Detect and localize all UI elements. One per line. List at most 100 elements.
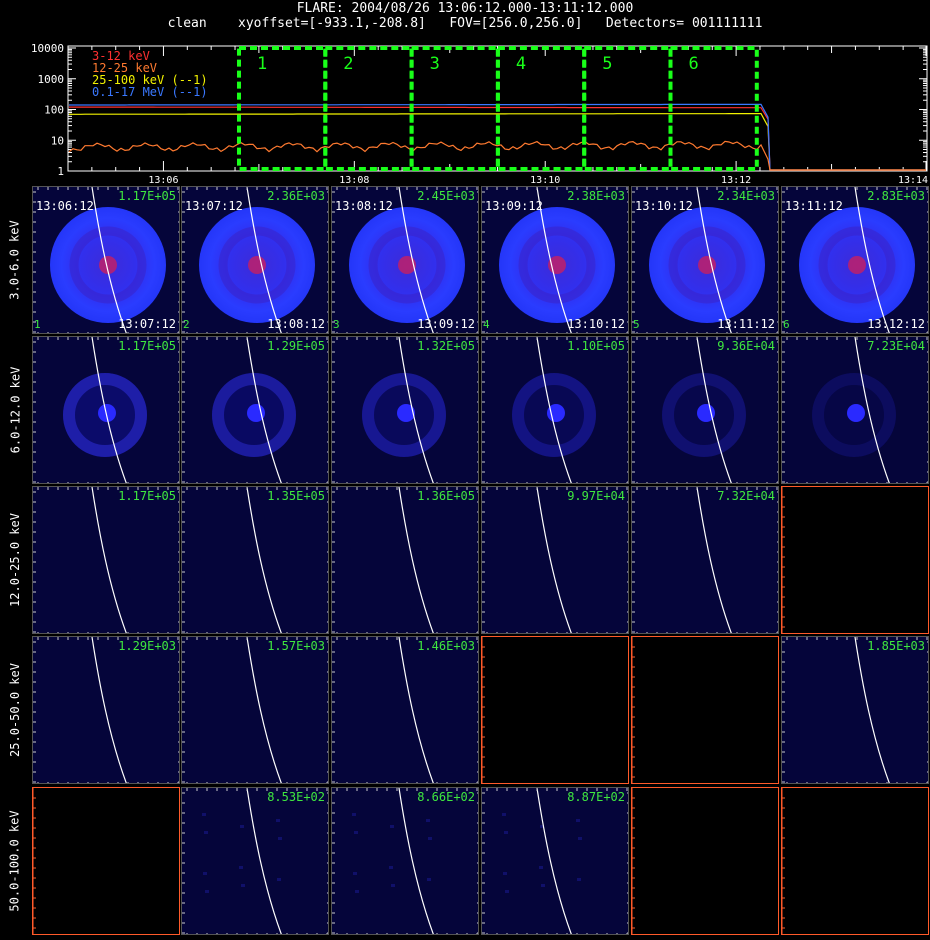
image-tile[interactable]	[781, 486, 929, 634]
noise-speck	[202, 813, 206, 816]
limb-line	[246, 487, 282, 633]
image-tile[interactable]: 1.32E+05	[331, 336, 479, 484]
limb-line	[398, 788, 434, 934]
image-tile[interactable]: 8.66E+02	[331, 787, 479, 935]
image-tile[interactable]: 9.36E+04	[631, 336, 779, 484]
lightcurve-plot: 10000 1000 100 10 1 13:06 13:08 13:10 13:12 13:14…	[31, 42, 928, 186]
image-tile[interactable]: 1.17E+05 13:06:12 13:07:12 1	[32, 186, 180, 334]
image-tile[interactable]: 7.32E+04	[631, 486, 779, 634]
image-tile[interactable]: 2.36E+03 13:07:12 13:08:12 2	[181, 186, 329, 334]
noise-speck	[276, 819, 280, 822]
x-tick-label: 13:14	[898, 175, 928, 186]
limb-line	[398, 637, 434, 783]
y-tick-label: 1000	[38, 73, 65, 86]
tile-image	[33, 637, 179, 783]
row-label-text: 12.0-25.0 keV	[8, 513, 23, 607]
y-tick-label: 10	[51, 134, 64, 147]
tile-max-value: 1.35E+05	[267, 489, 325, 503]
interval-number: 5	[602, 54, 612, 74]
image-tile[interactable]: 7.23E+04	[781, 336, 929, 484]
image-tile[interactable]: 1.35E+05	[181, 486, 329, 634]
tile-max-value: 1.32E+05	[417, 339, 475, 353]
image-tile[interactable]	[781, 787, 929, 935]
noise-speck	[389, 866, 393, 869]
image-tile[interactable]: 1.17E+05	[32, 336, 180, 484]
image-tile[interactable]: 1.10E+05	[481, 336, 629, 484]
tile-image	[632, 487, 778, 633]
source-core	[847, 404, 865, 422]
tile-max-value: 8.87E+02	[567, 790, 625, 804]
row-label-text: 25.0-50.0 keV	[8, 663, 23, 757]
image-tile[interactable]: 1.85E+03	[781, 636, 929, 784]
tile-max-value: 1.85E+03	[867, 639, 925, 653]
tile-max-value: 8.66E+02	[417, 790, 475, 804]
x-tick-label: 13:10	[530, 175, 560, 186]
limb-line	[398, 487, 434, 633]
tile-image	[782, 637, 928, 783]
image-tile[interactable]: 1.36E+05	[331, 486, 479, 634]
noise-speck	[241, 884, 245, 887]
tile-start-time: 13:07:12	[185, 199, 243, 213]
source-core	[98, 404, 116, 422]
y-tick-label: 100	[44, 104, 64, 117]
image-tile[interactable]: 1.29E+03	[32, 636, 180, 784]
image-tile[interactable]	[481, 636, 629, 784]
tile-image	[182, 637, 328, 783]
y-tick-label: 10000	[31, 42, 64, 55]
image-tile[interactable]: 8.53E+02	[181, 787, 329, 935]
interval-box	[237, 46, 328, 171]
tile-end-time: 13:07:12	[118, 317, 176, 331]
tile-max-value: 1.17E+05	[118, 339, 176, 353]
tile-max-value: 2.45E+03	[417, 189, 475, 203]
tile-image	[33, 337, 179, 483]
tile-max-value: 7.32E+04	[717, 489, 775, 503]
tile-max-value: 8.53E+02	[267, 790, 325, 804]
noise-speck	[541, 884, 545, 887]
row-label: 50.0-100.0 keV	[0, 787, 30, 935]
interval-number: 3	[430, 54, 440, 74]
interval-number: 2	[343, 54, 353, 74]
image-tile[interactable]: 1.29E+05	[181, 336, 329, 484]
tile-max-value: 1.36E+05	[417, 489, 475, 503]
image-tile[interactable]	[32, 787, 180, 935]
tile-max-value: 1.10E+05	[567, 339, 625, 353]
row-label: 12.0-25.0 keV	[0, 486, 30, 634]
image-tile[interactable]: 2.34E+03 13:10:12 13:11:12 5	[631, 186, 779, 334]
tile-max-value: 2.34E+03	[717, 189, 775, 203]
tile-image	[632, 788, 635, 934]
tile-index: 6	[783, 318, 790, 331]
image-tile[interactable]: 1.57E+03	[181, 636, 329, 784]
interval-box	[409, 46, 500, 171]
image-tile[interactable]: 2.38E+03 13:09:12 13:10:12 4	[481, 186, 629, 334]
image-tile[interactable]: 2.83E+03 13:11:12 13:12:12 6	[781, 186, 929, 334]
tile-max-value: 1.17E+05	[118, 489, 176, 503]
tile-end-time: 13:08:12	[267, 317, 325, 331]
image-tile[interactable]	[631, 636, 779, 784]
limb-line	[91, 637, 127, 783]
tile-index: 2	[183, 318, 190, 331]
noise-speck	[426, 819, 430, 822]
noise-speck	[391, 884, 395, 887]
image-tile[interactable]: 2.45E+03 13:08:12 13:09:12 3	[331, 186, 479, 334]
noise-speck	[390, 825, 394, 828]
noise-speck	[240, 825, 244, 828]
header-parameters: clean xyoffset=[-933.1,-208.8] FOV=[256.…	[167, 16, 763, 31]
image-tile[interactable]: 9.97E+04	[481, 486, 629, 634]
image-tile[interactable]: 8.87E+02	[481, 787, 629, 935]
tile-image	[33, 487, 179, 633]
noise-speck	[577, 878, 581, 881]
tile-max-value: 2.38E+03	[567, 189, 625, 203]
tile-image	[782, 337, 928, 483]
tile-max-value: 7.23E+04	[867, 339, 925, 353]
image-tile[interactable]	[631, 787, 779, 935]
tile-image	[482, 487, 628, 633]
tile-max-value: 1.46E+03	[417, 639, 475, 653]
tile-start-time: 13:09:12	[485, 199, 543, 213]
tile-end-time: 13:12:12	[867, 317, 925, 331]
image-tile[interactable]: 1.17E+05	[32, 486, 180, 634]
noise-speck	[539, 866, 543, 869]
tile-max-value: 2.83E+03	[867, 189, 925, 203]
image-tile[interactable]: 1.46E+03	[331, 636, 479, 784]
limb-line	[246, 637, 282, 783]
limb-line	[536, 487, 572, 633]
